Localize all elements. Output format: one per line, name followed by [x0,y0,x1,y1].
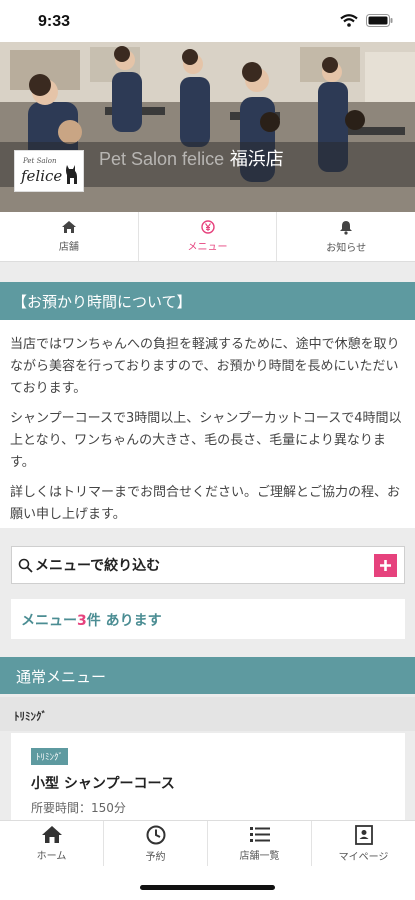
shop-name-en: Pet Salon felice [99,149,225,169]
clock-icon [146,825,165,844]
home-icon [41,826,62,843]
shop-name: Pet Salon felice 福浜店 [99,145,284,171]
nav-mypage-label: マイページ [338,851,389,863]
menu-item-card[interactable]: ﾄﾘﾐﾝｸﾞ 小型 シャンプーコース 所要時間：150分 [11,733,405,833]
tab-menu[interactable]: メニュー [139,212,278,261]
home-icon [61,221,76,233]
hero-banner: Pet Salon felice Pet Salon felice 福浜店 [0,42,415,212]
logo-small-text: Pet Salon [23,157,57,165]
shop-name-jp: 福浜店 [229,149,284,170]
tab-shop[interactable]: 店舗 [0,212,139,261]
dog-silhouette-icon [66,165,77,184]
tab-shop-label: 店舗 [58,242,79,253]
notice-title: 【お預かり時間について】 [0,282,415,320]
bell-icon [340,220,353,235]
plus-icon [380,560,391,571]
menu-section-title: 通常メニュー [0,657,415,694]
menu-count-prefix: メニュー [21,613,77,629]
yen-icon [200,220,215,234]
nav-shop-list[interactable]: 店舗一覧 [208,821,312,866]
id-card-icon [354,824,373,845]
notice-paragraph: 当店ではワンちゃんへの負担を軽減するために、途中で休憩を取りながら美容を行ってお… [10,337,400,396]
bottom-nav: ホーム 予約 店舗一覧 マイページ [0,820,415,866]
battery-icon [366,14,393,27]
nav-mypage[interactable]: マイページ [312,821,415,866]
nav-reserve[interactable]: 予約 [104,821,208,866]
menu-item-duration: 所要時間：150分 [31,801,126,815]
menu-category-header: ﾄﾘﾐﾝｸﾞ [0,697,415,731]
list-icon [249,827,270,842]
home-indicator[interactable] [140,885,275,890]
menu-item-title: 小型 シャンプーコース [31,776,175,792]
home-indicator-area [0,866,415,900]
shop-logo: Pet Salon felice [14,150,84,192]
menu-count: メニュー3件 あります [11,599,405,639]
menu-filter-label: メニューで絞り込む [35,558,161,574]
search-icon [18,558,33,573]
status-bar: 9:33 [0,0,415,42]
menu-count-suffix: 件 あります [86,613,162,629]
wifi-icon [340,14,358,27]
status-time: 9:33 [38,13,71,30]
tab-news[interactable]: お知らせ [277,212,415,261]
menu-filter-bar[interactable]: メニューで絞り込む [11,546,405,584]
status-icons [340,14,393,27]
tab-news-label: お知らせ [326,242,367,254]
expand-filter-button[interactable] [374,554,397,577]
notice-body: 当店ではワンちゃんへの負担を軽減するために、途中で休憩を取りながら美容を行ってお… [0,320,415,528]
menu-item-tag: ﾄﾘﾐﾝｸﾞ [31,748,69,765]
logo-main-text: felice [21,167,63,185]
top-tabs: 店舗 メニュー お知らせ [0,212,415,262]
notice-paragraph: 詳しくはトリマーまでお問合せください。ご理解とご協力の程、お願い申し上げます。 [10,485,401,522]
nav-home-label: ホーム [36,851,67,862]
menu-count-number: 3 [77,613,87,629]
nav-reserve-label: 予約 [145,851,166,863]
notice-paragraph: シャンプーコースで3時間以上、シャンプーカットコースで4時間以上となり、ワンちゃ… [10,411,402,470]
tab-menu-label: メニュー [187,242,228,253]
nav-shop-list-label: 店舗一覧 [239,851,280,862]
nav-home[interactable]: ホーム [0,821,104,866]
